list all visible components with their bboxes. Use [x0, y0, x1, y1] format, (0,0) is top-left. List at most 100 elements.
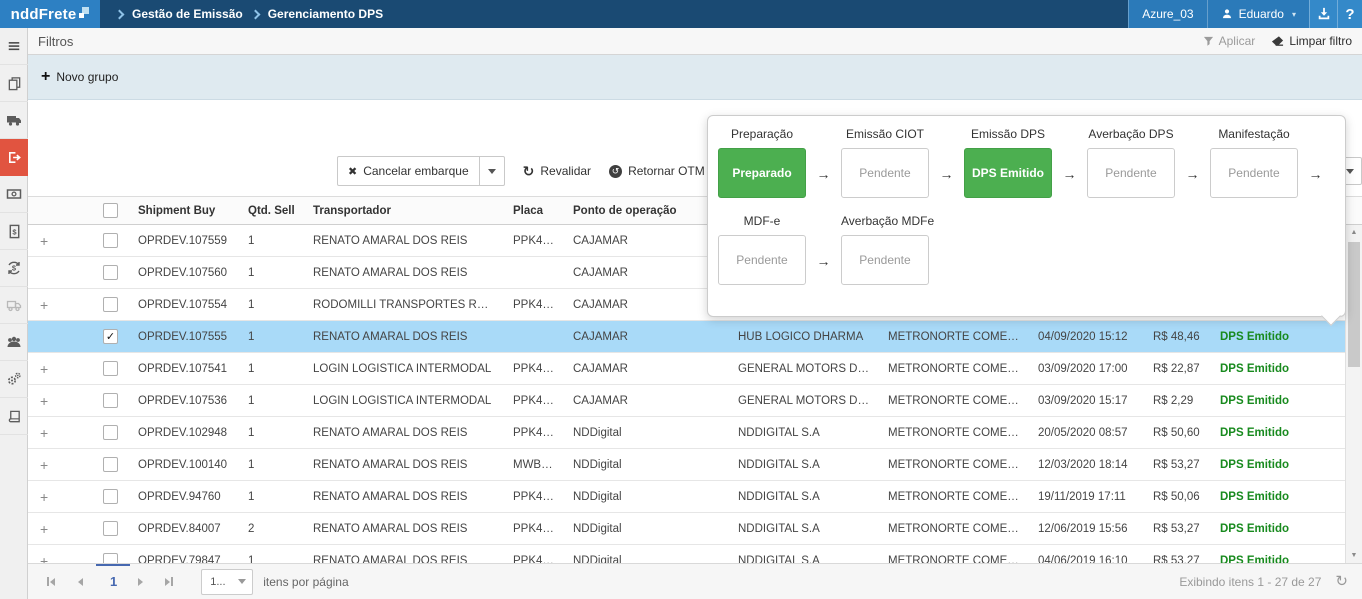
row-checkbox[interactable]	[103, 425, 118, 440]
page-size-select[interactable]: 1...	[201, 569, 253, 595]
user-menu[interactable]: Eduardo ▾	[1207, 0, 1309, 28]
expand-row-icon[interactable]: +	[28, 233, 65, 249]
cell-shipment: OPRDEV.79847	[130, 555, 240, 564]
workflow-step-label: Emissão DPS	[964, 127, 1052, 141]
scroll-up-icon[interactable]: ▲	[1346, 225, 1362, 240]
first-page-button[interactable]	[40, 571, 62, 593]
invoice-dollar-icon: $	[7, 224, 22, 239]
sidebar-item-settings[interactable]	[0, 361, 28, 398]
expand-row-icon[interactable]: +	[28, 425, 65, 441]
cell-qtd: 1	[240, 235, 305, 247]
breadcrumb-item-gerenciamento[interactable]: Gerenciamento DPS	[268, 7, 383, 21]
table-row[interactable]: +OPRDEV.798471RENATO AMARAL DOS REISPPK4…	[28, 545, 1345, 563]
clear-filter-button[interactable]: Limpar filtro	[1271, 34, 1352, 48]
row-checkbox[interactable]	[103, 297, 118, 312]
scrollbar-thumb[interactable]	[1348, 242, 1360, 367]
return-otm-button[interactable]: ↺ Retornar OTM	[609, 164, 705, 178]
cell-shipment: OPRDEV.84007	[130, 523, 240, 535]
help-button[interactable]: ?	[1337, 0, 1362, 28]
column-header-placa[interactable]: Placa	[505, 205, 565, 217]
select-all-checkbox[interactable]	[103, 203, 118, 218]
table-row[interactable]: +OPRDEV.1029481RENATO AMARAL DOS REISPPK…	[28, 417, 1345, 449]
workflow-step-label: Emissão CIOT	[841, 127, 929, 141]
cell-placa: PPK4598	[505, 235, 565, 247]
cell-valor: R$ 48,46	[1145, 331, 1212, 343]
next-page-icon	[138, 578, 143, 586]
table-row[interactable]: +OPRDEV.840072RENATO AMARAL DOS REISPPK4…	[28, 513, 1345, 545]
arrow-right-icon: →	[1052, 167, 1087, 198]
refresh-icon[interactable]: ↻	[1335, 574, 1348, 589]
refresh-icon: ↻	[523, 164, 535, 178]
last-page-button[interactable]	[158, 571, 180, 593]
cell-shipment: OPRDEV.102948	[130, 427, 240, 439]
workflow-step-mdf-e: MDF-ePendente	[718, 214, 806, 285]
arrow-right-icon: →	[806, 167, 841, 198]
column-header-transportador[interactable]: Transportador	[305, 205, 505, 217]
apply-filter-button[interactable]: Aplicar	[1203, 34, 1256, 48]
cell-qtd: 1	[240, 491, 305, 503]
sidebar-item-copy[interactable]	[0, 65, 28, 102]
sidebar-item-banknote[interactable]	[0, 176, 28, 213]
cell-data: 03/09/2020 15:17	[1030, 395, 1145, 407]
cancel-shipment-button[interactable]: ✖ Cancelar embarque	[338, 157, 479, 185]
download-button[interactable]	[1309, 0, 1337, 28]
current-page-number[interactable]: 1	[110, 574, 117, 589]
sidebar-item-invoice[interactable]: $	[0, 213, 28, 250]
table-row[interactable]: +OPRDEV.1075411LOGIN LOGISTICA INTERMODA…	[28, 353, 1345, 385]
vertical-scrollbar[interactable]: ▲ ▼	[1345, 225, 1362, 563]
chevron-down-icon: ▾	[1292, 10, 1296, 19]
sidebar-item-money-refresh[interactable]: $	[0, 250, 28, 287]
revalidate-button[interactable]: ↻ Revalidar	[523, 164, 591, 178]
table-row[interactable]: ✓OPRDEV.1075551RENATO AMARAL DOS REISCAJ…	[28, 321, 1345, 353]
expand-row-icon[interactable]: +	[28, 297, 65, 313]
sidebar-item-users[interactable]	[0, 324, 28, 361]
column-header-shipment-buy[interactable]: Shipment Buy	[130, 205, 240, 217]
expand-row-icon[interactable]: +	[28, 489, 65, 505]
previous-page-button[interactable]	[69, 571, 91, 593]
scroll-down-icon[interactable]: ▼	[1346, 548, 1362, 563]
cancel-shipment-dropdown-toggle[interactable]	[479, 157, 504, 185]
sidebar-item-truck-outline[interactable]	[0, 287, 28, 324]
cell-shipment: OPRDEV.107541	[130, 363, 240, 375]
new-group-button[interactable]: + Novo grupo	[41, 69, 118, 85]
row-checkbox[interactable]	[103, 393, 118, 408]
cell-col_a: HUB LOGICO DHARMA	[730, 331, 880, 343]
column-header-qtd-sell[interactable]: Qtd. Sell	[240, 205, 305, 217]
cell-transportador: RENATO AMARAL DOS REIS	[305, 523, 505, 535]
sidebar-item-truck[interactable]	[0, 102, 28, 139]
row-checkbox[interactable]	[103, 489, 118, 504]
row-checkbox[interactable]	[103, 361, 118, 376]
workflow-step-status: Pendente	[1087, 148, 1175, 198]
expand-row-icon[interactable]: +	[28, 553, 65, 564]
table-row[interactable]: +OPRDEV.947601RENATO AMARAL DOS REISPPK4…	[28, 481, 1345, 513]
breadcrumb-item-gestao[interactable]: Gestão de Emissão	[132, 7, 243, 21]
table-row[interactable]: +OPRDEV.1075361LOGIN LOGISTICA INTERMODA…	[28, 385, 1345, 417]
table-row[interactable]: +OPRDEV.1001401RENATO AMARAL DOS REISMWB…	[28, 449, 1345, 481]
workflow-status-popup: PreparaçãoPreparado→Emissão CIOTPendente…	[707, 115, 1346, 317]
sidebar-menu-button[interactable]	[0, 28, 28, 65]
row-checkbox[interactable]	[103, 457, 118, 472]
arrow-right-icon: →	[929, 167, 964, 198]
cell-col_b: METRONORTE COMERCIAL DE V...	[880, 555, 1030, 564]
cell-placa: PPK4598	[505, 491, 565, 503]
row-checkbox[interactable]	[103, 233, 118, 248]
expand-row-icon[interactable]: +	[28, 393, 65, 409]
sidebar: $ $	[0, 28, 28, 599]
cell-shipment: OPRDEV.107560	[130, 267, 240, 279]
row-checkbox[interactable]	[103, 265, 118, 280]
row-checkbox[interactable]	[103, 553, 118, 563]
expand-row-icon[interactable]: +	[28, 361, 65, 377]
expand-row-icon[interactable]: +	[28, 521, 65, 537]
row-checkbox[interactable]	[103, 521, 118, 536]
return-icon: ↺	[609, 165, 622, 178]
expand-row-icon[interactable]: +	[28, 457, 65, 473]
cell-placa: PPK4598	[505, 427, 565, 439]
sidebar-item-book[interactable]	[0, 398, 28, 435]
row-checkbox[interactable]: ✓	[103, 329, 118, 344]
sidebar-item-emission-active[interactable]	[0, 139, 28, 176]
column-header-ponto-de-opera-o[interactable]: Ponto de operação	[565, 205, 730, 217]
next-page-button[interactable]	[129, 571, 151, 593]
checkbox-cell	[65, 297, 130, 312]
column-header-checkbox	[65, 203, 130, 218]
app-logo[interactable]: nddFrete	[0, 0, 100, 28]
